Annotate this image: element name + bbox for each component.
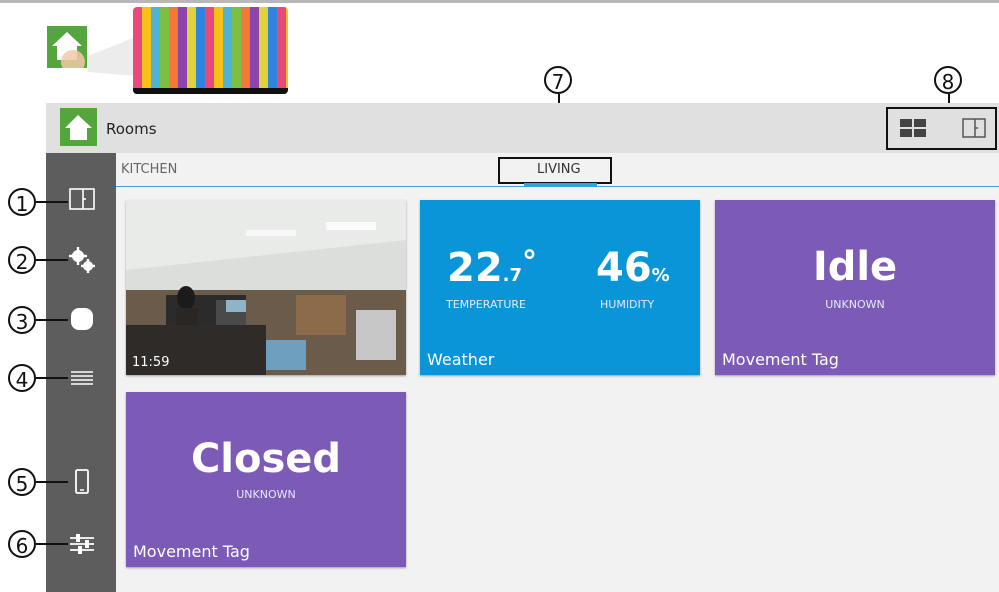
movement-status: Idle [812, 244, 898, 290]
tab-kitchen[interactable]: KITCHEN [121, 162, 177, 177]
floorplan-view-icon[interactable] [962, 118, 986, 138]
phone-icon[interactable] [68, 468, 96, 496]
temperature-decimal: .7 [502, 265, 523, 286]
temperature-value: 22.7° [447, 245, 537, 291]
home-icon[interactable] [60, 108, 97, 146]
sliders-icon[interactable] [68, 530, 96, 558]
app-bar [46, 103, 999, 153]
grid-view-icon[interactable] [900, 119, 926, 137]
humidity-value: 46% [596, 245, 670, 291]
callout-6: 6 [8, 530, 36, 558]
callout-5-leader [36, 481, 68, 483]
home-app-icon [47, 26, 87, 74]
callout-2: 2 [8, 246, 36, 274]
movement-status-sub-2: UNKNOWN [236, 488, 296, 501]
callout-8: 8 [934, 66, 962, 94]
temperature-unit: ° [522, 245, 538, 280]
movement-status-sub: UNKNOWN [825, 298, 885, 311]
humidity-unit: % [651, 265, 670, 286]
floorplan-icon[interactable] [68, 188, 96, 216]
temperature-integer: 22 [447, 245, 503, 291]
callout-4: 4 [8, 364, 36, 392]
movement-tag-tile-2[interactable]: Closed UNKNOWN Movement Tag [126, 392, 406, 567]
top-divider [0, 0, 999, 3]
humidity-label: HUMIDITY [600, 298, 655, 311]
callout-4-leader [36, 377, 68, 379]
movement-status-2: Closed [190, 436, 342, 482]
tabs-divider [116, 186, 999, 187]
app-title: Rooms [106, 120, 157, 138]
movement-tile-label-2: Movement Tag [133, 542, 250, 561]
gears-icon[interactable] [68, 246, 96, 274]
callout-1: 1 [8, 188, 36, 216]
temperature-label: TEMPERATURE [446, 298, 526, 311]
callout-2-leader [36, 259, 68, 261]
tablet-thumbnail [133, 7, 288, 94]
callout-5: 5 [8, 468, 36, 496]
zoom-wedge [88, 36, 138, 76]
movement-tag-tile[interactable]: Idle UNKNOWN Movement Tag [715, 200, 995, 375]
camera-timestamp: 11:59 [132, 355, 170, 370]
callout-3: 3 [8, 306, 36, 334]
tab-living[interactable]: LIVING [537, 162, 581, 177]
callout-1-leader [36, 201, 68, 203]
callout-6-leader [36, 543, 68, 545]
movement-tile-label: Movement Tag [722, 350, 839, 369]
humidity-number: 46 [596, 245, 652, 291]
camera-tile[interactable]: 11:59 [126, 200, 406, 375]
callout-7: 7 [544, 66, 572, 94]
weather-tile-label: Weather [427, 350, 495, 369]
camera-snapshot [126, 200, 406, 375]
callout-3-leader [36, 319, 68, 321]
weather-tile[interactable]: 22.7° TEMPERATURE 46% HUMIDITY Weather [420, 200, 700, 375]
list-icon[interactable] [68, 364, 96, 392]
blob-icon[interactable] [68, 306, 96, 334]
